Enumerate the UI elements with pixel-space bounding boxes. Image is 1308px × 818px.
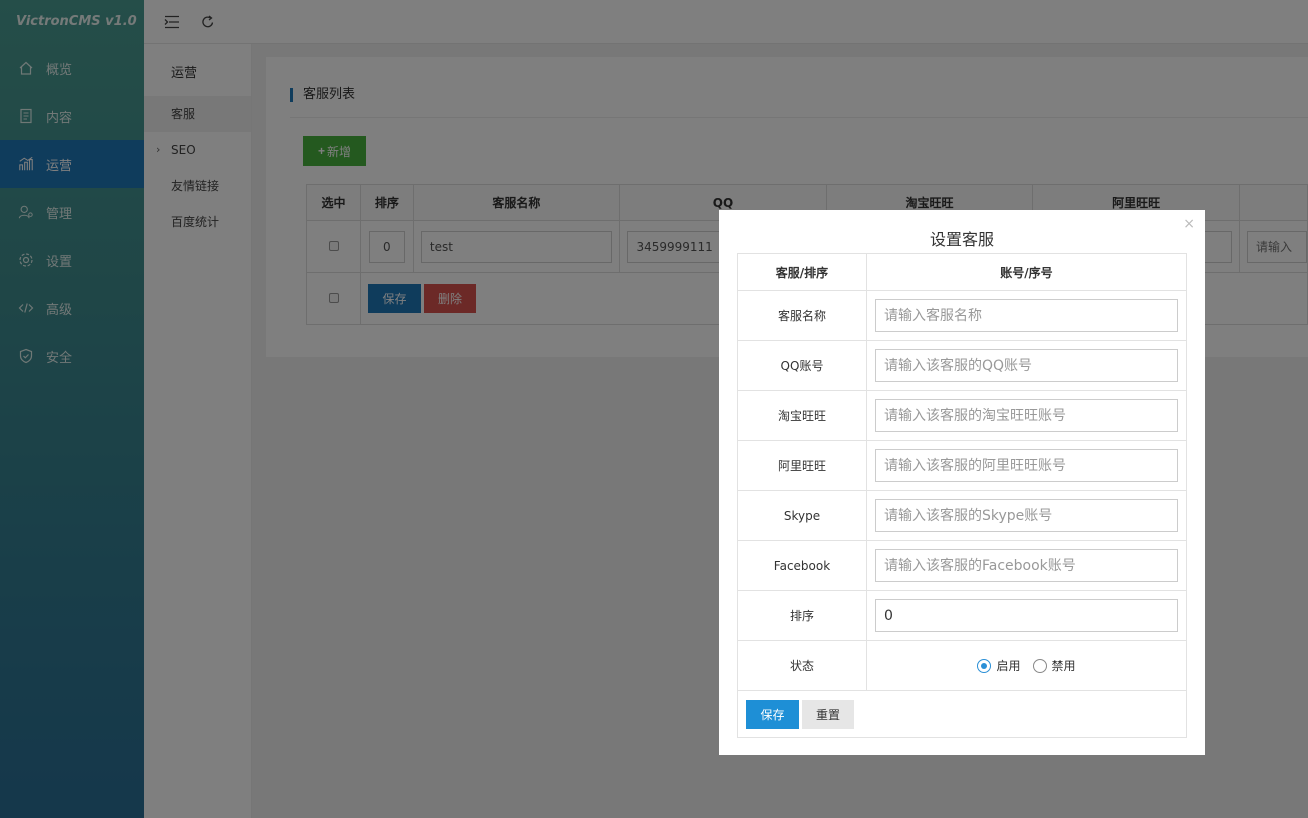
form-row-status: 状态 启用 禁用 (737, 640, 1187, 691)
close-icon[interactable]: × (1183, 216, 1195, 232)
field-value-cell (866, 340, 1187, 391)
ali-wangwang-input[interactable] (875, 449, 1178, 482)
skype-input[interactable] (875, 499, 1178, 532)
form-row-skype: Skype (737, 490, 1187, 541)
status-enabled-label: 启用 (996, 659, 1021, 673)
column-header: 客服/排序 (737, 253, 867, 291)
form-row-ali: 阿里旺旺 (737, 440, 1187, 491)
status-radio-group: 启用 禁用 (867, 657, 1186, 674)
dialog-reset-button[interactable]: 重置 (802, 699, 854, 729)
status-disabled-label: 禁用 (1051, 659, 1076, 673)
form-header-row: 客服/排序 账号/序号 (737, 253, 1187, 291)
dialog-save-button[interactable]: 保存 (746, 699, 799, 729)
field-value-cell (866, 540, 1187, 591)
field-label: 客服名称 (737, 290, 867, 341)
field-value-cell (866, 490, 1187, 541)
form-actions: 保存 重置 (737, 690, 1187, 738)
form-row-taobao: 淘宝旺旺 (737, 390, 1187, 441)
order-input[interactable] (875, 599, 1178, 632)
form-row-facebook: Facebook (737, 540, 1187, 591)
form-footer-row: 保存 重置 (737, 690, 1187, 738)
field-label: 淘宝旺旺 (737, 390, 867, 441)
taobao-wangwang-input[interactable] (875, 399, 1178, 432)
field-label: 状态 (737, 640, 867, 691)
field-label: Facebook (737, 540, 867, 591)
service-name-input[interactable] (875, 299, 1178, 332)
dialog-title: 设置客服 (929, 230, 994, 249)
field-label: 阿里旺旺 (737, 440, 867, 491)
field-value-cell (866, 440, 1187, 491)
form-row-name: 客服名称 (737, 290, 1187, 341)
field-label: 排序 (737, 590, 867, 641)
form-row-order: 排序 (737, 590, 1187, 641)
form-row-qq: QQ账号 (737, 340, 1187, 391)
customer-service-dialog: 设置客服 × 客服/排序 账号/序号 客服名称 QQ账号 淘宝旺旺 阿里旺旺 S… (719, 210, 1205, 755)
field-label: QQ账号 (737, 340, 867, 391)
qq-account-input[interactable] (875, 349, 1178, 382)
status-disabled-radio[interactable] (1032, 658, 1047, 673)
facebook-input[interactable] (875, 549, 1178, 582)
field-value-cell (866, 290, 1187, 341)
field-label: Skype (737, 490, 867, 541)
status-cell: 启用 禁用 (866, 640, 1187, 691)
dialog-form-table: 客服/排序 账号/序号 客服名称 QQ账号 淘宝旺旺 阿里旺旺 Skype Fa… (737, 253, 1187, 738)
field-value-cell (866, 390, 1187, 441)
field-value-cell (866, 590, 1187, 641)
status-enabled-radio[interactable] (977, 658, 992, 673)
column-header: 账号/序号 (866, 253, 1187, 291)
